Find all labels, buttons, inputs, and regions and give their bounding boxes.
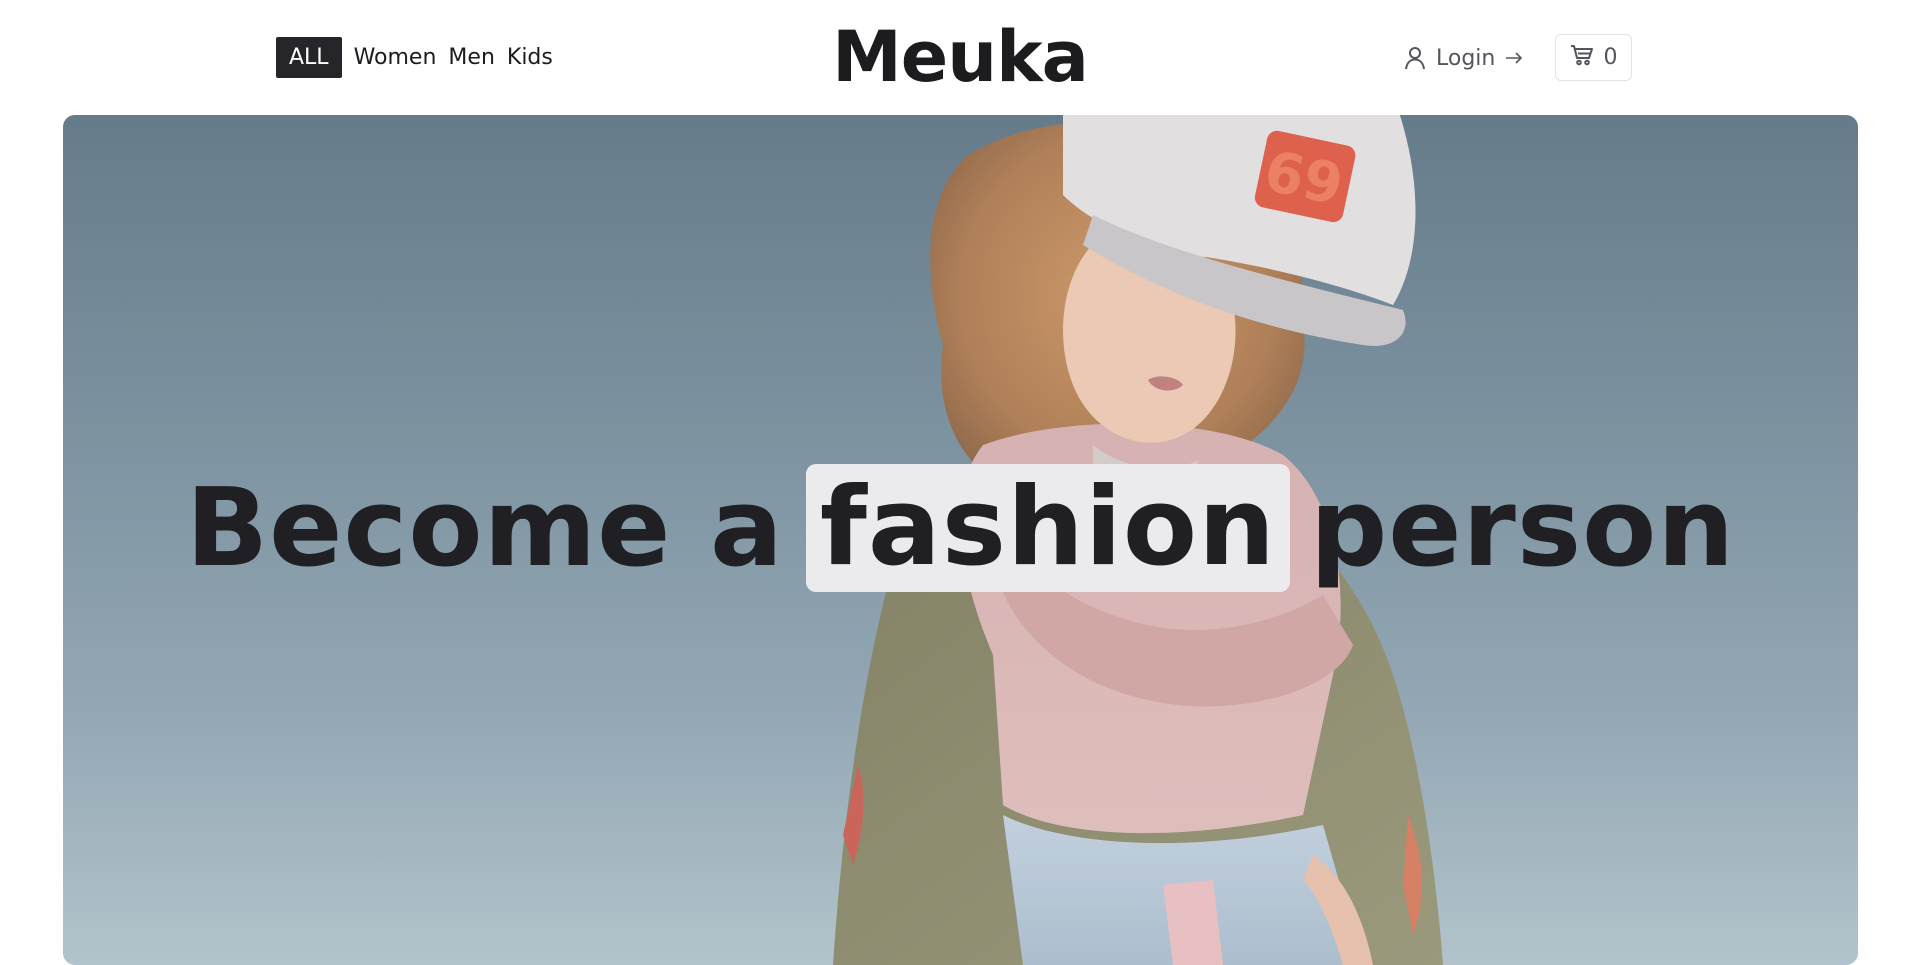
cart-button[interactable]: 0 bbox=[1555, 34, 1632, 81]
hero-headline: Become a fashion person bbox=[63, 464, 1858, 592]
headline-highlight: fashion bbox=[805, 464, 1290, 592]
site-header: ALL Women Men Kids Meuka Login 0 bbox=[0, 0, 1920, 115]
cart-icon bbox=[1570, 44, 1594, 72]
login-link[interactable]: Login bbox=[1404, 41, 1523, 75]
headline-part-1: Become a bbox=[185, 465, 784, 591]
arrow-right-icon bbox=[1505, 51, 1523, 65]
login-label: Login bbox=[1436, 45, 1496, 71]
cart-count: 0 bbox=[1603, 45, 1618, 70]
hero-banner: 69 Become a fashion person bbox=[63, 115, 1858, 965]
brand-logo[interactable]: Meuka bbox=[0, 12, 1920, 102]
headline-part-2: person bbox=[1310, 465, 1736, 591]
user-icon bbox=[1404, 46, 1426, 70]
